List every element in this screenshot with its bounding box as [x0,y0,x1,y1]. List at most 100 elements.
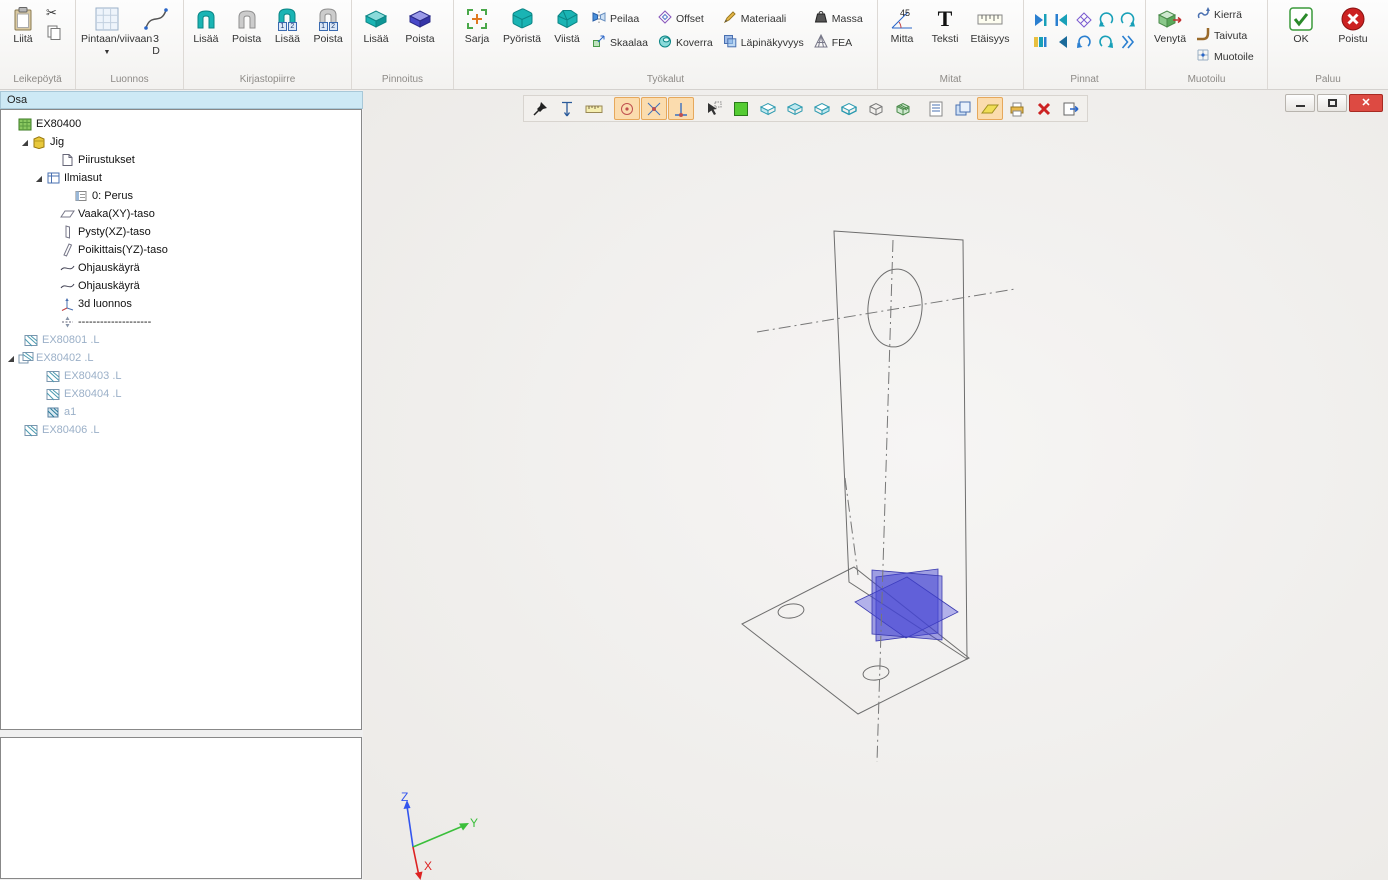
tree-item-plane-xy[interactable]: Vaaka(XY)-taso [1,205,361,223]
tree-item-jig[interactable]: ◢ Jig [1,133,361,151]
transparency-button[interactable]: Läpinäkyvyys [719,32,808,53]
library-add-numbered-label: Lisää [275,34,300,46]
snap-center-icon[interactable] [614,97,640,120]
tree-item-drawings[interactable]: Piirustukset [1,151,361,169]
face-all-icon[interactable] [836,97,862,120]
copy-layers-icon[interactable] [950,97,976,120]
to-surface-button[interactable]: Pintaan/viivaan ▼ [78,2,136,68]
properties-icon[interactable] [923,97,949,120]
surface-extend-right-icon[interactable] [1030,10,1049,29]
3d-viewport[interactable]: Z Y X [363,90,1388,880]
scale-icon [592,34,606,51]
delete-icon[interactable] [1031,97,1057,120]
component-hatched-icon [45,387,62,402]
select-face-icon[interactable] [701,97,727,120]
exit-button[interactable]: Poistu [1332,2,1374,68]
ruler-icon[interactable] [581,97,607,120]
library-add-button[interactable]: Lisää [186,2,226,68]
curve-icon [59,261,76,276]
shape-button[interactable]: Muotoile [1192,46,1258,67]
pin-icon[interactable] [527,97,553,120]
stretch-button[interactable]: Venytä [1148,2,1192,68]
group-label-sketch: Luonnos [76,73,183,89]
component-hatched-icon [23,423,40,438]
tree-item-ex80406[interactable]: EX80406 .L [1,421,361,439]
series-button[interactable]: Sarja [456,2,498,68]
snap-intersection-icon[interactable] [641,97,667,120]
tree-item-guide-curve-1[interactable]: Ohjauskäyrä [1,259,361,277]
paste-button[interactable]: Liitä [2,2,44,68]
maximize-button[interactable] [1317,94,1347,112]
mass-button[interactable]: Massa [810,8,867,29]
library-remove-button[interactable]: Poista [226,2,268,68]
surface-prev-face-icon[interactable] [1052,32,1071,51]
ruler-icon [977,4,1003,34]
dimension-button[interactable]: 45 Mitta [880,2,924,68]
tree-item-guide-curve-2[interactable]: Ohjauskäyrä [1,277,361,295]
snap-perpendicular-icon[interactable] [668,97,694,120]
coating-remove-button[interactable]: Poista [398,2,442,68]
tree-item-ex80402[interactable]: ◢ EX80402 .L [1,349,361,367]
solid-shaded-icon[interactable] [890,97,916,120]
sketch-3d-button[interactable]: 3 D [136,2,176,68]
tree-item-separator[interactable]: -------------------- [1,313,361,331]
ribbon: Liitä ✂ Leikepöytä Pintaan/viivaan ▼ [0,0,1388,90]
surface-rotate-right-icon[interactable] [1118,10,1137,29]
material-button[interactable]: Materiaali [719,8,808,29]
library-add-numbered-button[interactable]: 12 Lisää [268,2,308,68]
surface-knit-icon[interactable] [1074,10,1093,29]
expander-icon[interactable]: ◢ [5,354,17,363]
feature-tree[interactable]: EX80400 ◢ Jig Piirustukset ◢ Ilmiasut [0,109,362,730]
face-left-icon[interactable] [755,97,781,120]
surface-layers-icon[interactable] [1030,32,1049,51]
bend-button[interactable]: Taivuta [1192,25,1258,46]
distance-button[interactable]: Etäisyys [966,2,1014,68]
measure-vertical-icon[interactable] [554,97,580,120]
tree-item-config-base[interactable]: 0: Perus [1,187,361,205]
tree-item-ex80403[interactable]: EX80403 .L [1,367,361,385]
expander-icon[interactable]: ◢ [19,138,31,147]
minimize-button[interactable] [1285,94,1315,112]
library-remove-numbered-button[interactable]: 12 Poista [307,2,349,68]
tree-item-ex80801[interactable]: EX80801 .L [1,331,361,349]
offset-button[interactable]: Offset [654,8,717,29]
close-button[interactable]: ✕ [1349,94,1383,112]
tree-item-a1[interactable]: a1 [1,403,361,421]
surface-flip-right-icon[interactable] [1096,32,1115,51]
surface-extend-left-icon[interactable] [1052,10,1071,29]
tree-item-part-root[interactable]: EX80400 [1,115,361,133]
ok-button[interactable]: OK [1282,2,1320,68]
tree-item-plane-xz[interactable]: Pysty(XZ)-taso [1,223,361,241]
tree-item-configurations[interactable]: ◢ Ilmiasut [1,169,361,187]
face-visible-icon[interactable] [728,97,754,120]
coating-add-button[interactable]: Lisää [354,2,398,68]
surface-rotate-left-icon[interactable] [1096,10,1115,29]
scale-button[interactable]: Skaalaa [588,32,652,53]
tree-item-3d-sketch[interactable]: 3d luonnos [1,295,361,313]
expander-icon[interactable]: ◢ [33,174,45,183]
copy-button[interactable] [46,24,62,43]
tree-item-ex80404[interactable]: EX80404 .L [1,385,361,403]
chamfer-button[interactable]: Viistä [546,2,588,68]
face-top-icon[interactable] [782,97,808,120]
surface-flip-left-icon[interactable] [1074,32,1093,51]
cut-button[interactable]: ✂ [46,6,62,20]
workplane-icon[interactable] [977,97,1003,120]
hollow-button[interactable]: Koverra [654,32,717,53]
text-button[interactable]: T Teksti [924,2,966,68]
print-icon[interactable] [1004,97,1030,120]
face-right-icon[interactable] [809,97,835,120]
rotate-button[interactable]: Kierrä [1192,4,1258,25]
model-scene[interactable]: Z Y X [363,90,1388,880]
surface-next-next-icon[interactable] [1118,32,1137,51]
mirror-button[interactable]: Peilaa [588,8,652,29]
exit-label: Poistu [1338,34,1367,46]
curve-3d-icon [143,4,169,34]
tree-item-plane-yz[interactable]: Poikittais(YZ)-taso [1,241,361,259]
round-button[interactable]: Pyöristä [498,2,546,68]
solid-outline-icon[interactable] [863,97,889,120]
plane-vertical-icon [59,225,76,240]
export-icon[interactable] [1058,97,1084,120]
bend-icon [1196,27,1210,44]
fea-button[interactable]: FEA [810,32,867,53]
